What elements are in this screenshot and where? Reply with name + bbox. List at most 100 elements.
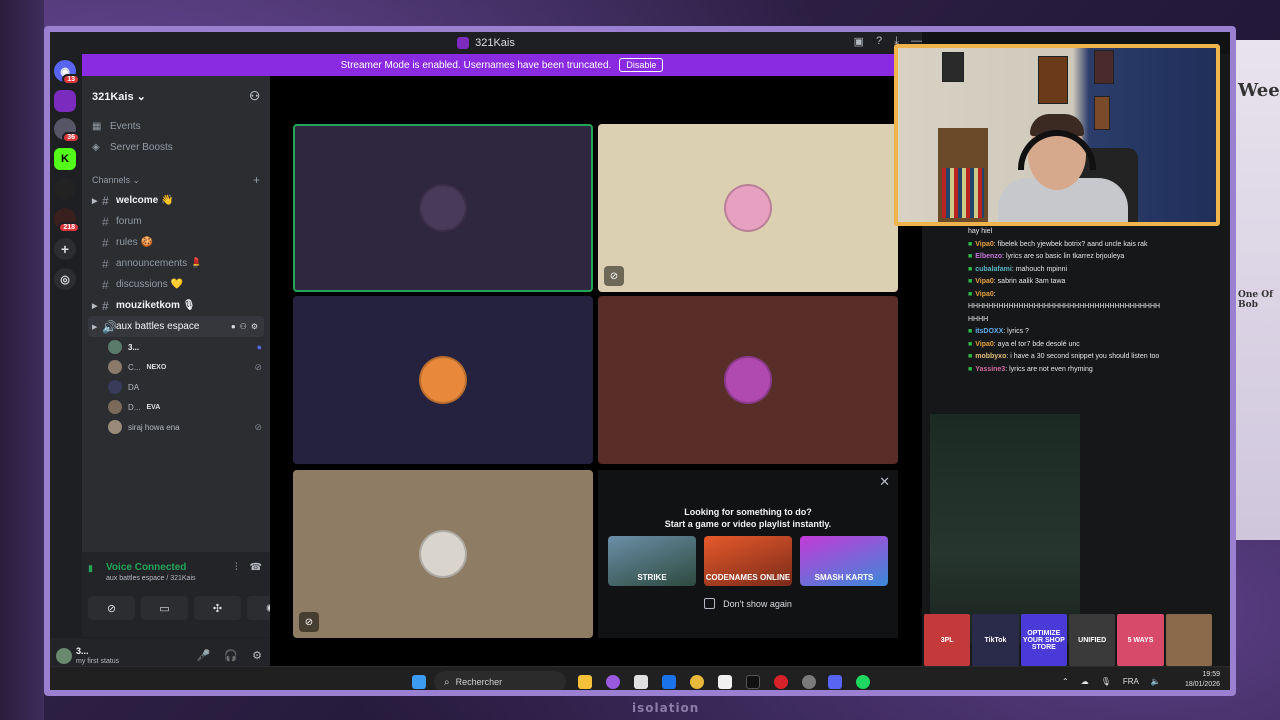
server-header[interactable]: 321Kais ⌄ ⚇ — [82, 76, 270, 116]
thumbnail[interactable]: OPTIMIZE YOUR SHOP STORE — [1020, 614, 1067, 666]
window-title: 321Kais — [475, 37, 515, 49]
discover-icon[interactable]: ◎ — [54, 268, 76, 290]
chat-username[interactable]: Vipa0 — [975, 278, 994, 285]
taskbar-search[interactable]: ⌕ Rechercher — [434, 671, 566, 690]
activity-line2: Start a game or video playlist instantly… — [664, 519, 832, 529]
chat-badge-icon: ■ — [968, 365, 973, 373]
disconnect-icon[interactable]: ☎ — [250, 562, 262, 573]
voice-user[interactable]: 3... ● — [82, 337, 270, 357]
avatar[interactable] — [54, 646, 74, 666]
participant-tile-speaking[interactable] — [293, 124, 593, 292]
chat-username[interactable]: itsDOXX — [975, 328, 1003, 335]
voice-status[interactable]: Voice Connected — [106, 562, 186, 573]
file-explorer-icon[interactable] — [578, 675, 592, 689]
channel-rules[interactable]: # rules 🍪 — [88, 232, 264, 253]
voice-user[interactable]: C... NEXO ⊘ — [82, 357, 270, 377]
disable-button[interactable]: Disable — [619, 58, 664, 72]
server-icon[interactable]: 36 — [54, 118, 80, 143]
headphones-icon[interactable]: 🎧 — [224, 649, 238, 662]
chat-username[interactable]: mobbyxo — [975, 353, 1006, 360]
participant-tile[interactable] — [293, 296, 593, 464]
store-icon[interactable] — [634, 675, 648, 689]
voice-channel-aux-battles[interactable]: ▶ 🔊 aux battles espace ● ⚇ ⚙ — [88, 316, 264, 337]
settings-icon[interactable]: ⚙ — [251, 322, 258, 331]
close-icon[interactable]: ✕ — [879, 474, 890, 490]
server-icon-321kais[interactable] — [54, 90, 76, 112]
background-bottom-text: isolation — [632, 701, 700, 715]
thumbnail[interactable]: 3PL — [924, 614, 971, 666]
channel-sidebar: 321Kais ⌄ ⚇ ▦ Events ◈ Server Boosts Cha… — [82, 76, 270, 552]
game-codenames[interactable]: CODENAMES ONLINE — [704, 536, 792, 586]
channel-welcome[interactable]: ▶ # welcome 👋 — [88, 190, 264, 211]
chat-text: : aya el tor7 bde desolé unc — [993, 340, 1080, 348]
channel-mouziketkom[interactable]: ▶ # mouziketkom 🎙 — [88, 295, 264, 316]
muted-icon: ⊘ — [254, 361, 262, 372]
server-icon[interactable]: 218 — [54, 208, 80, 233]
server-badge: 218 — [58, 222, 80, 233]
kick-icon[interactable]: K — [54, 148, 76, 170]
opera-icon[interactable] — [774, 675, 788, 689]
activities-button[interactable]: ✣ — [194, 596, 241, 620]
spotify-icon[interactable] — [856, 675, 870, 689]
steam-icon[interactable] — [802, 675, 816, 689]
screen-share-button[interactable]: ▭ — [141, 596, 188, 620]
copilot-icon[interactable] — [606, 675, 620, 689]
channel-forum[interactable]: # forum — [88, 211, 264, 232]
server-boosts-link[interactable]: ◈ Server Boosts — [82, 137, 270, 158]
gear-icon[interactable]: ⚙ — [252, 649, 262, 662]
thumbnail[interactable]: TikTok — [972, 614, 1019, 666]
voice-user[interactable]: siraj howa ena ⊘ — [82, 417, 270, 437]
events-label: Events — [110, 121, 141, 132]
discord-home-icon[interactable]: ◉ 13 — [54, 60, 80, 85]
right-decor: Week One Of Bob — [1236, 40, 1280, 540]
language-indicator[interactable]: FRA — [1123, 677, 1139, 686]
chat-username[interactable]: Yassine3 — [975, 366, 1005, 373]
dont-show-checkbox[interactable] — [704, 598, 716, 609]
chat-username[interactable]: Vipa0 — [975, 241, 994, 248]
speaker-icon[interactable]: 🔈 — [1151, 677, 1161, 686]
participant-tile[interactable]: ⊘ — [293, 470, 593, 638]
thumbnail[interactable] — [1165, 614, 1212, 666]
add-server-icon[interactable]: + — [54, 238, 76, 260]
chat-username[interactable]: cubalafami — [975, 266, 1012, 273]
participant-tile[interactable]: ⊘ — [598, 124, 898, 292]
chevron-up-icon[interactable]: ⌃ — [1062, 677, 1069, 686]
speaker-icon: 🔊 — [102, 319, 117, 334]
microphone-icon[interactable]: 🎤 — [197, 649, 211, 662]
participant-tile[interactable] — [598, 296, 898, 464]
invite-icon[interactable]: ⚇ — [249, 89, 260, 103]
voice-user[interactable]: D... EVA — [82, 397, 270, 417]
camera-off-button[interactable]: ⊘ — [88, 596, 135, 620]
discord-icon[interactable] — [828, 675, 842, 689]
chat-icon[interactable]: ● — [231, 322, 236, 331]
channels-category[interactable]: Channels ⌄ + — [82, 170, 270, 190]
chat-username[interactable]: Elbenzo — [975, 253, 1002, 260]
help-icon[interactable]: ? — [876, 35, 882, 48]
windows-start-icon[interactable] — [412, 675, 426, 689]
add-channel-icon[interactable]: + — [253, 173, 260, 187]
chrome-icon[interactable] — [690, 675, 704, 689]
clock[interactable]: 19:59 18/01/2026 — [1185, 670, 1220, 690]
thumbnail[interactable]: UNIFIED — [1068, 614, 1116, 666]
dont-show-again[interactable]: Don't show again — [598, 598, 898, 609]
channel-discussions[interactable]: # discussions 💛 — [88, 274, 264, 295]
mic-tray-icon[interactable]: 🎙 — [1101, 677, 1111, 686]
game-strike[interactable]: STRIKE — [608, 536, 696, 586]
inbox-icon[interactable]: ▣ — [854, 35, 864, 48]
thumbnail[interactable]: 5 WAYS — [1117, 614, 1164, 666]
noise-suppression-icon[interactable]: ⫶ — [235, 562, 238, 573]
network-icon[interactable]: ☁ — [1081, 677, 1089, 686]
chat-username[interactable]: Vipa0 — [975, 341, 994, 348]
game-smash-karts[interactable]: SMASH KARTS — [800, 536, 888, 586]
voice-user[interactable]: DA — [82, 377, 270, 397]
outlook-icon[interactable] — [662, 675, 676, 689]
events-link[interactable]: ▦ Events — [82, 116, 270, 137]
channel-announcements[interactable]: # announcements 💄 — [88, 253, 264, 274]
server-icon[interactable] — [54, 178, 76, 200]
tiktok-icon[interactable] — [746, 675, 760, 689]
invite-user-icon[interactable]: ⚇ — [240, 322, 247, 331]
notion-icon[interactable] — [718, 675, 732, 689]
chat-username[interactable]: Vipa0 — [975, 291, 994, 298]
avatar — [108, 360, 122, 374]
channel-label: welcome 👋 — [116, 195, 174, 206]
